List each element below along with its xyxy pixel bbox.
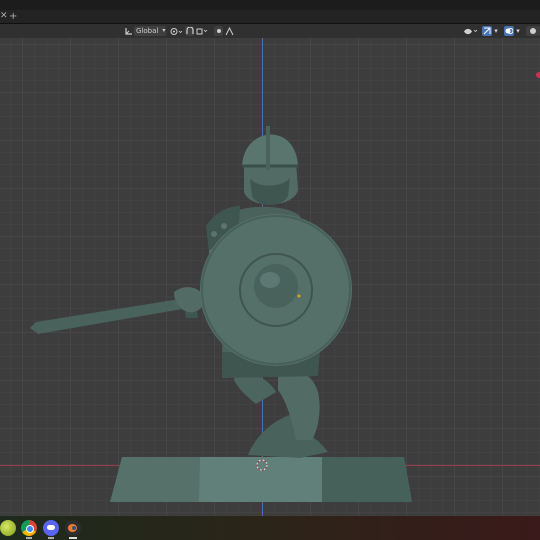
blender-running-indicator: [69, 537, 77, 539]
chrome-running-indicator: [26, 537, 32, 539]
discord-running-indicator: [48, 537, 54, 539]
chrome-icon[interactable]: [21, 520, 37, 536]
os-taskbar: [0, 516, 540, 540]
model-base: [110, 457, 412, 502]
app-launcher-icon[interactable]: [0, 520, 16, 536]
discord-icon[interactable]: [43, 520, 59, 536]
blender-icon[interactable]: [65, 520, 81, 536]
warrior-model[interactable]: [0, 0, 540, 540]
